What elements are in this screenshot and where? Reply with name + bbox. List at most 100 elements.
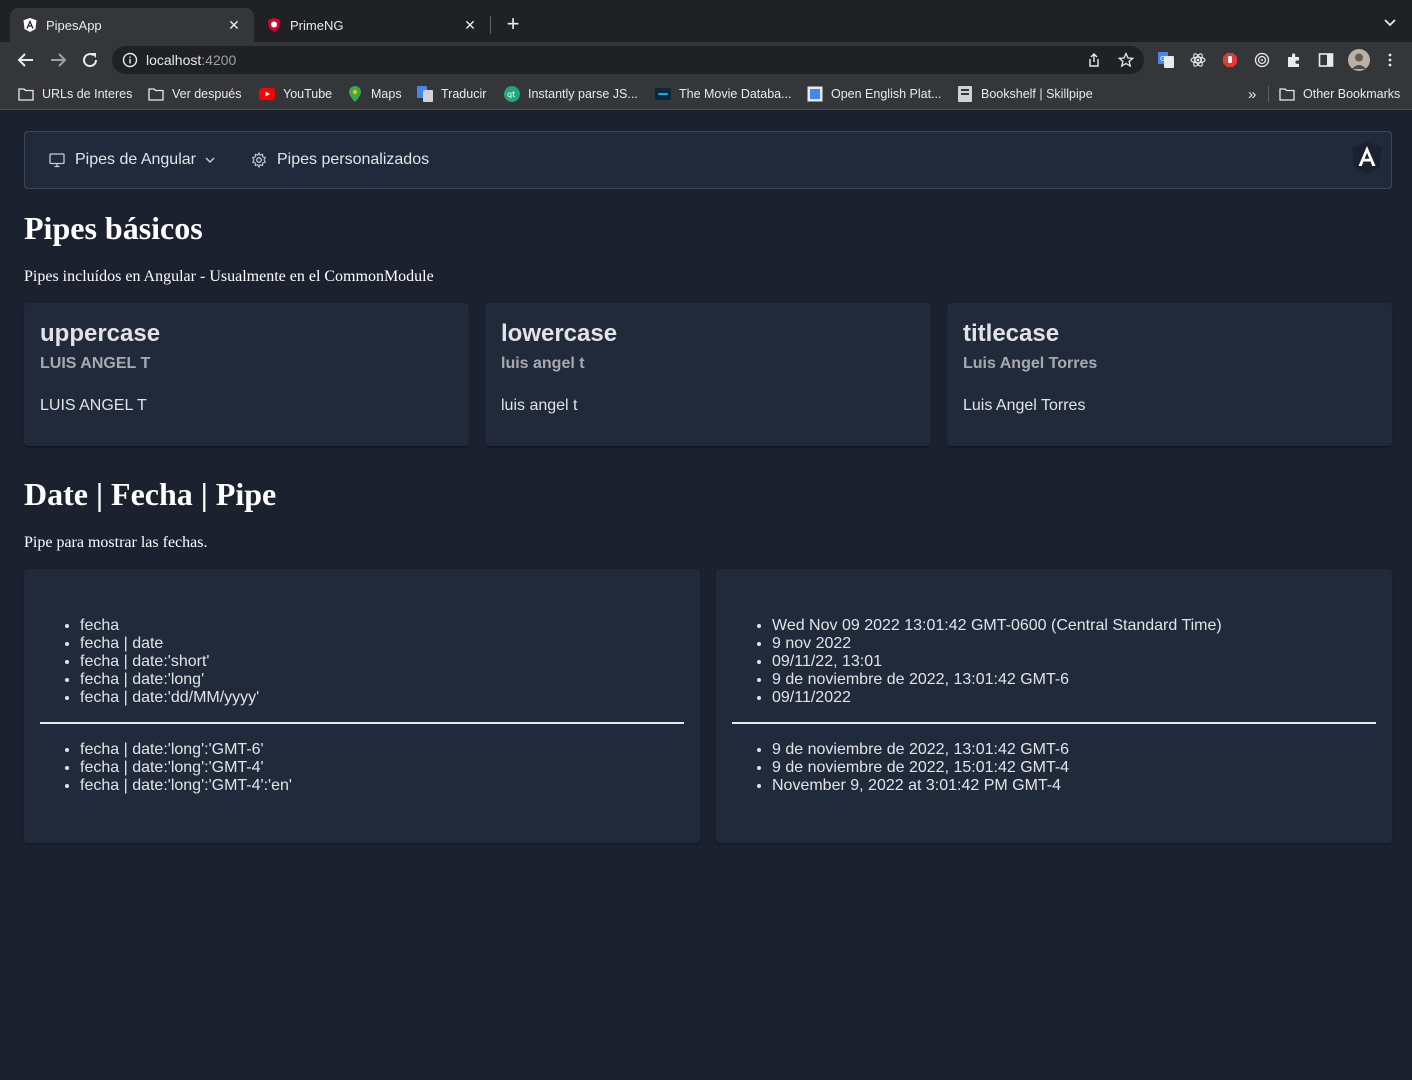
bookmark-tmdb[interactable]: The Movie Databa... — [655, 85, 792, 103]
star-icon[interactable] — [1117, 51, 1135, 68]
chevron-down-icon — [204, 153, 218, 167]
tab-title: PipesApp — [46, 17, 102, 33]
url-host: localhost — [146, 52, 202, 68]
bookmark-label: YouTube — [283, 87, 333, 101]
folder-icon — [1279, 86, 1295, 102]
tmdb-icon — [655, 86, 671, 102]
book-icon — [957, 86, 973, 102]
list-item: 9 de noviembre de 2022, 13:01:42 GMT-6 — [772, 671, 1222, 689]
qt-icon: qt — [504, 86, 520, 102]
bookmark-label: Other Bookmarks — [1303, 87, 1401, 101]
result-list: 9 de noviembre de 2022, 13:01:42 GMT-6 9… — [732, 741, 1069, 795]
bookmarks-bar: URLs de Interes Ver después YouTube Maps… — [0, 78, 1412, 110]
menu-item-pipes-personalizados[interactable]: Pipes personalizados — [251, 149, 429, 171]
bookmark-youtube[interactable]: YouTube — [259, 85, 332, 103]
bookmark-open-english[interactable]: Open English Plat... — [807, 85, 941, 103]
card-titlecase: titlecase Luis Angel Torres Luis Angel T… — [947, 303, 1392, 446]
menu-item-label: Pipes de Angular — [75, 151, 196, 168]
info-icon[interactable] — [122, 52, 138, 68]
divider — [40, 722, 684, 724]
expression-list: fecha | date:'long':'GMT-6' fecha | date… — [40, 741, 292, 795]
url-port: :4200 — [201, 52, 237, 68]
share-icon[interactable] — [1086, 52, 1102, 68]
angular-logo-icon — [1351, 142, 1383, 176]
forward-icon[interactable] — [48, 50, 68, 70]
close-icon[interactable]: ✕ — [226, 17, 242, 34]
bookmark-urls-de-interes[interactable]: URLs de Interes — [18, 85, 132, 103]
chevron-down-icon[interactable] — [1382, 14, 1398, 30]
bookmark-traducir[interactable]: Traducir — [417, 85, 486, 103]
bookmark-other-bookmarks[interactable]: Other Bookmarks — [1279, 85, 1400, 103]
target-icon[interactable] — [1254, 52, 1270, 68]
bookmark-bookshelf[interactable]: Bookshelf | Skillpipe — [957, 85, 1093, 103]
address-bar[interactable]: localhost:4200 — [112, 46, 1144, 74]
browser-toolbar: localhost:4200 G — [0, 42, 1412, 78]
menu-item-pipes-de-angular[interactable]: Pipes de Angular — [49, 149, 218, 171]
divider — [732, 722, 1376, 724]
tab-separator — [490, 16, 491, 34]
bookmarks-divider — [1268, 86, 1269, 102]
card-content: luis angel t — [501, 397, 578, 414]
new-tab-icon[interactable]: + — [502, 12, 524, 36]
bookmark-label: Traducir — [441, 87, 487, 101]
tab-strip: PipesApp ✕ PrimeNG ✕ + — [0, 0, 1412, 42]
translate-icon — [417, 86, 433, 102]
list-item: 9 nov 2022 — [772, 635, 1222, 653]
avatar[interactable] — [1348, 49, 1370, 71]
list-item: 9 de noviembre de 2022, 13:01:42 GMT-6 — [772, 741, 1069, 759]
bookmark-label: URLs de Interes — [42, 87, 133, 101]
bookmark-label: Bookshelf | Skillpipe — [981, 87, 1093, 101]
card-content: LUIS ANGEL T — [40, 397, 147, 414]
tab-title: PrimeNG — [290, 17, 344, 33]
page-icon — [807, 86, 823, 102]
puzzle-icon[interactable] — [1286, 52, 1302, 68]
card-subtitle: LUIS ANGEL T — [40, 355, 151, 372]
section-description-date: Pipe para mostrar las fechas. — [24, 534, 208, 551]
menubar: Pipes de Angular Pipes personalizados — [24, 131, 1392, 189]
page-content: Pipes de Angular Pipes personalizados Pi… — [4, 110, 1412, 1080]
url-text[interactable]: localhost:4200 — [146, 52, 236, 68]
list-item: fecha | date — [80, 635, 259, 653]
svg-text:qt: qt — [507, 90, 515, 99]
bookmarks-overflow-icon[interactable]: » — [1248, 85, 1256, 103]
list-item: 09/11/22, 13:01 — [772, 653, 1222, 671]
reload-icon[interactable] — [80, 50, 100, 70]
menu-item-label: Pipes personalizados — [277, 151, 430, 168]
google-translate-icon[interactable]: G — [1158, 52, 1174, 68]
list-item: fecha | date:'long' — [80, 671, 259, 689]
bookmark-ver-despues[interactable]: Ver después — [148, 85, 242, 103]
card-lowercase: lowercase luis angel t luis angel t — [485, 303, 931, 446]
section-title-basic: Pipes básicos — [24, 210, 203, 246]
close-icon[interactable]: ✕ — [462, 17, 478, 34]
gear-icon — [251, 151, 269, 169]
bookmark-maps[interactable]: Maps — [347, 85, 402, 103]
adblock-icon[interactable] — [1222, 52, 1238, 68]
folder-icon — [148, 86, 164, 102]
list-item: November 9, 2022 at 3:01:42 PM GMT-4 — [772, 777, 1069, 795]
tab-pipesapp[interactable]: PipesApp ✕ — [10, 8, 254, 42]
section-description-basic: Pipes incluídos en Angular - Usualmente … — [24, 268, 434, 285]
tab-primeng[interactable]: PrimeNG ✕ — [254, 8, 490, 42]
side-panel-icon[interactable] — [1318, 52, 1334, 68]
bookmark-label: Ver después — [172, 87, 242, 101]
card-subtitle: Luis Angel Torres — [963, 355, 1098, 372]
card-uppercase: uppercase LUIS ANGEL T LUIS ANGEL T — [24, 303, 469, 446]
list-item: fecha | date:'dd/MM/yyyy' — [80, 689, 259, 707]
card-content: Luis Angel Torres — [963, 397, 1086, 414]
expression-list: fecha fecha | date fecha | date:'short' … — [40, 617, 259, 707]
primeng-icon — [266, 17, 282, 33]
card-title: lowercase — [501, 320, 618, 347]
folder-icon — [18, 86, 34, 102]
more-menu-icon[interactable] — [1382, 52, 1398, 68]
back-icon[interactable] — [16, 50, 36, 70]
angular-icon — [22, 17, 38, 33]
bookmark-instantly-parse[interactable]: qt Instantly parse JS... — [504, 85, 638, 103]
react-icon[interactable] — [1190, 52, 1206, 68]
list-item: fecha — [80, 617, 259, 635]
list-item: Wed Nov 09 2022 13:01:42 GMT-0600 (Centr… — [772, 617, 1222, 635]
card-date-results: Wed Nov 09 2022 13:01:42 GMT-0600 (Centr… — [716, 569, 1392, 843]
bookmark-label: Maps — [371, 87, 402, 101]
card-date-expressions: fecha fecha | date fecha | date:'short' … — [24, 569, 700, 843]
list-item: fecha | date:'long':'GMT-4':'en' — [80, 777, 292, 795]
list-item: 9 de noviembre de 2022, 15:01:42 GMT-4 — [772, 759, 1069, 777]
